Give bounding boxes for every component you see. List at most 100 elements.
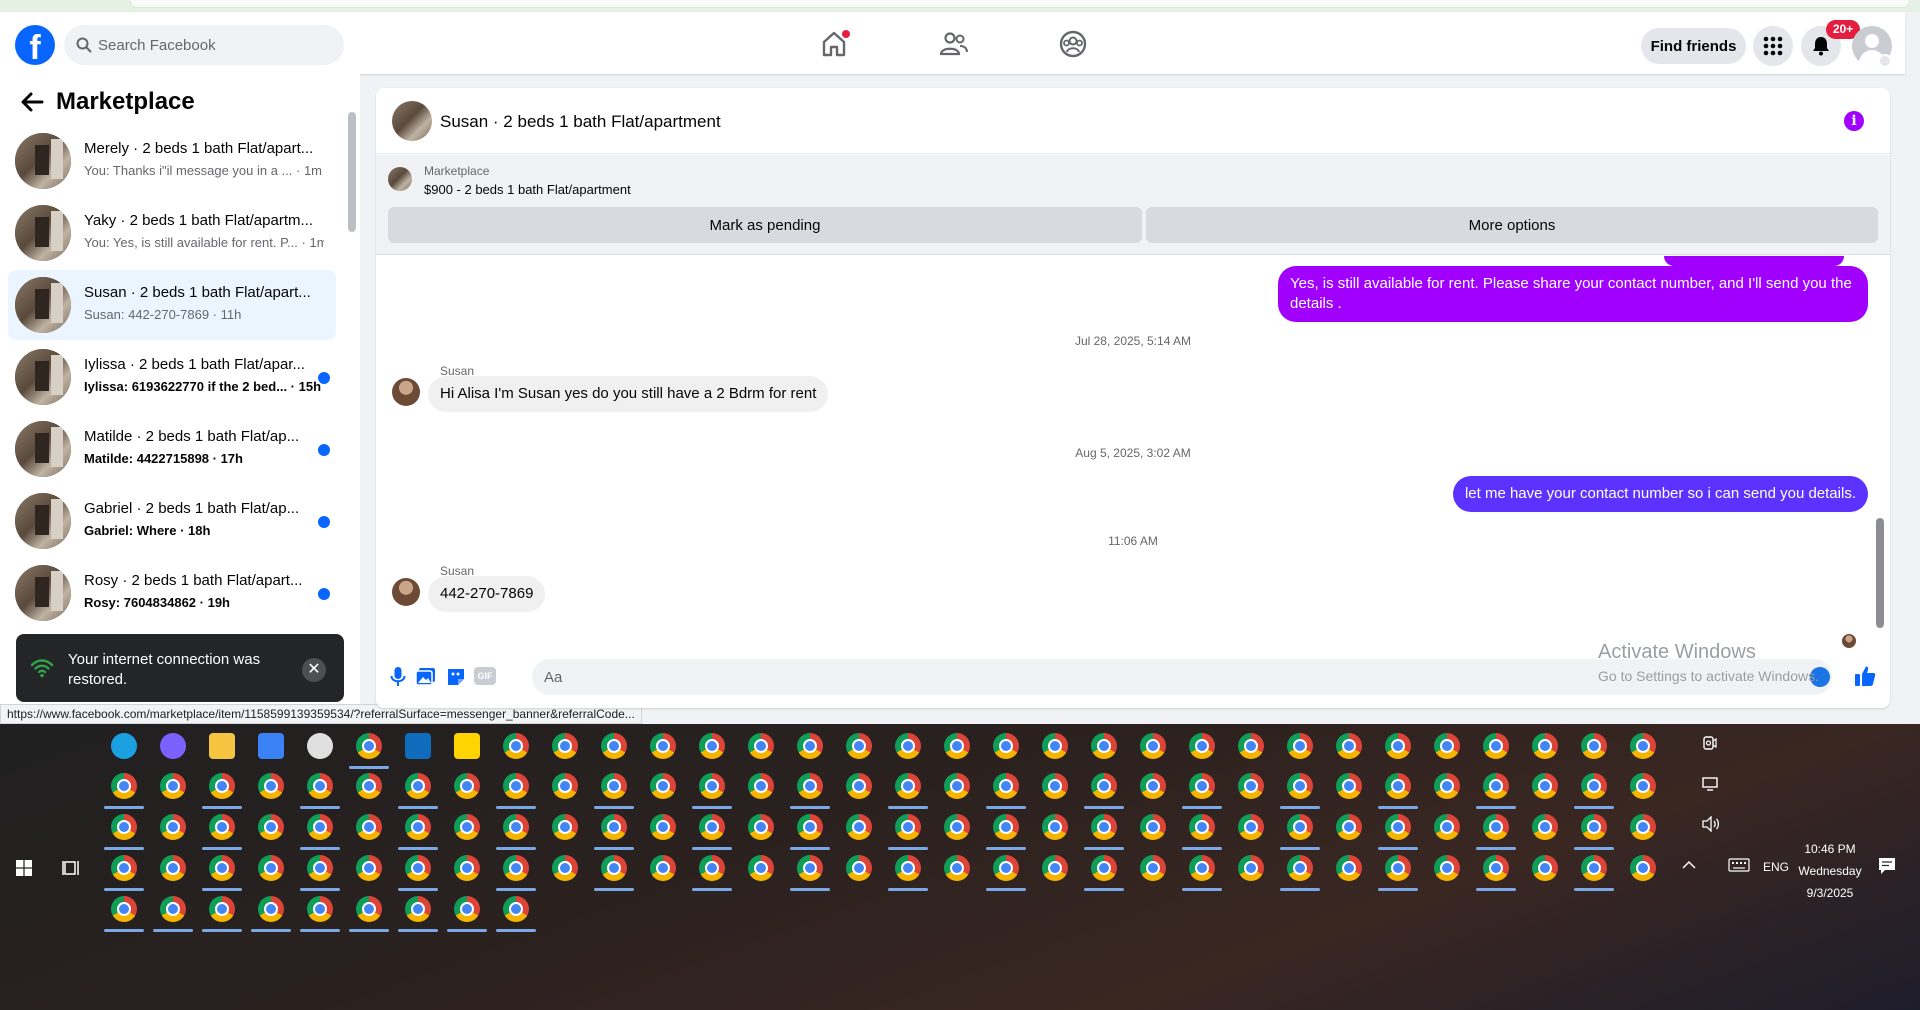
chrome-icon[interactable] — [601, 733, 627, 759]
chrome-icon[interactable] — [454, 896, 480, 922]
chrome-icon[interactable] — [650, 773, 676, 799]
chrome-icon[interactable] — [1140, 814, 1166, 840]
chrome-icon[interactable] — [1581, 773, 1607, 799]
chrome-icon[interactable] — [1336, 773, 1362, 799]
chrome-icon[interactable] — [601, 773, 627, 799]
chrome-icon[interactable] — [307, 814, 333, 840]
display-icon[interactable] — [1702, 776, 1718, 792]
outgoing-message[interactable]: let me have your contact number so i can… — [1452, 476, 1868, 512]
chrome-icon[interactable] — [552, 814, 578, 840]
chrome-icon[interactable] — [405, 896, 431, 922]
chat-title[interactable]: Susan · 2 beds 1 bath Flat/apartment — [440, 112, 721, 132]
microphone-icon[interactable] — [390, 667, 406, 687]
chrome-icon[interactable] — [993, 773, 1019, 799]
menu-button[interactable] — [1753, 26, 1793, 66]
back-arrow-icon[interactable] — [18, 88, 46, 116]
thumbs-up-icon[interactable] — [1854, 665, 1876, 687]
chrome-icon[interactable] — [258, 855, 284, 881]
chrome-icon[interactable] — [503, 733, 529, 759]
chrome-icon[interactable] — [650, 855, 676, 881]
chrome-icon[interactable] — [1091, 814, 1117, 840]
chrome-icon[interactable] — [356, 896, 382, 922]
listing-title[interactable]: $900 - 2 beds 1 bath Flat/apartment — [424, 182, 631, 197]
chrome-icon[interactable] — [307, 773, 333, 799]
chrome-icon[interactable] — [111, 896, 137, 922]
chrome-icon[interactable] — [1385, 773, 1411, 799]
sender-avatar[interactable] — [392, 378, 420, 406]
more-options-button[interactable]: More options — [1146, 207, 1878, 243]
photo-icon[interactable] — [416, 667, 436, 687]
windows-start-icon[interactable] — [16, 860, 32, 876]
conversation-item[interactable]: Rosy · 2 beds 1 bath Flat/apart... Rosy:… — [8, 558, 336, 628]
chrome-icon[interactable] — [748, 855, 774, 881]
chrome-icon[interactable] — [1434, 733, 1460, 759]
conversation-item[interactable]: Matilde · 2 beds 1 bath Flat/ap... Matil… — [8, 414, 336, 484]
chrome-icon[interactable] — [650, 814, 676, 840]
chrome-icon[interactable] — [356, 814, 382, 840]
chrome-icon[interactable] — [356, 773, 382, 799]
chrome-icon[interactable] — [601, 855, 627, 881]
meet-now-icon[interactable] — [1702, 735, 1718, 751]
chrome-icon[interactable] — [1091, 855, 1117, 881]
chrome-icon[interactable] — [1581, 855, 1607, 881]
chrome-icon[interactable] — [797, 814, 823, 840]
chrome-icon[interactable] — [160, 855, 186, 881]
search-box[interactable] — [64, 25, 344, 65]
chrome-icon[interactable] — [797, 855, 823, 881]
chrome-icon[interactable] — [258, 896, 284, 922]
chrome-icon[interactable] — [111, 855, 137, 881]
chrome-icon[interactable] — [1434, 773, 1460, 799]
chrome-icon[interactable] — [1238, 814, 1264, 840]
chrome-icon[interactable] — [307, 855, 333, 881]
conversation-item-active[interactable]: Susan · 2 beds 1 bath Flat/apart... Susa… — [8, 270, 336, 340]
chrome-icon[interactable] — [1238, 855, 1264, 881]
browser-address-bar[interactable] — [130, 0, 1910, 8]
chrome-icon[interactable] — [895, 733, 921, 759]
chrome-icon[interactable] — [748, 773, 774, 799]
chrome-icon[interactable] — [454, 814, 480, 840]
chrome-icon[interactable] — [846, 733, 872, 759]
chrome-icon[interactable] — [895, 855, 921, 881]
chrome-icon[interactable] — [699, 733, 725, 759]
chrome-icon[interactable] — [993, 855, 1019, 881]
chevron-up-icon[interactable] — [1682, 860, 1696, 870]
chrome-icon[interactable] — [1189, 814, 1215, 840]
chrome-icon[interactable] — [258, 814, 284, 840]
groups-icon[interactable] — [1057, 28, 1089, 60]
chrome-icon[interactable] — [993, 733, 1019, 759]
chrome-icon[interactable] — [1630, 733, 1656, 759]
system-clock[interactable]: 10:46 PM Wednesday 9/3/2025 — [1790, 838, 1870, 904]
chrome-icon[interactable] — [209, 896, 235, 922]
notes-icon[interactable] — [454, 733, 480, 759]
chrome-icon[interactable] — [1532, 733, 1558, 759]
chrome-icon[interactable] — [552, 733, 578, 759]
pen-icon[interactable] — [307, 733, 333, 759]
chrome-icon[interactable] — [601, 814, 627, 840]
chrome-icon[interactable] — [1483, 733, 1509, 759]
chrome-icon[interactable] — [307, 896, 333, 922]
chrome-icon[interactable] — [1091, 733, 1117, 759]
chrome-icon[interactable] — [699, 855, 725, 881]
chrome-icon[interactable] — [944, 814, 970, 840]
chrome-icon[interactable] — [1189, 733, 1215, 759]
chrome-icon[interactable] — [405, 814, 431, 840]
notification-center-icon[interactable] — [1878, 857, 1896, 875]
chrome-icon[interactable] — [209, 855, 235, 881]
chrome-icon[interactable] — [650, 733, 676, 759]
conversation-item[interactable]: Merely · 2 beds 1 bath Flat/apart... You… — [8, 126, 336, 196]
chrome-icon[interactable] — [1532, 855, 1558, 881]
chrome-icon[interactable] — [944, 733, 970, 759]
edge-icon[interactable] — [111, 733, 137, 759]
chrome-icon[interactable] — [1630, 814, 1656, 840]
chrome-icon[interactable] — [405, 855, 431, 881]
incoming-message[interactable]: Hi Alisa I'm Susan yes do you still have… — [428, 376, 829, 412]
chrome-icon[interactable] — [1287, 733, 1313, 759]
chrome-icon[interactable] — [160, 896, 186, 922]
outlook-icon[interactable] — [405, 733, 431, 759]
volume-icon[interactable] — [1702, 816, 1720, 832]
chrome-icon[interactable] — [1532, 814, 1558, 840]
chrome-icon[interactable] — [1287, 773, 1313, 799]
chrome-icon[interactable] — [1630, 855, 1656, 881]
language-indicator[interactable]: ENG — [1763, 860, 1789, 874]
chrome-icon[interactable] — [1385, 855, 1411, 881]
